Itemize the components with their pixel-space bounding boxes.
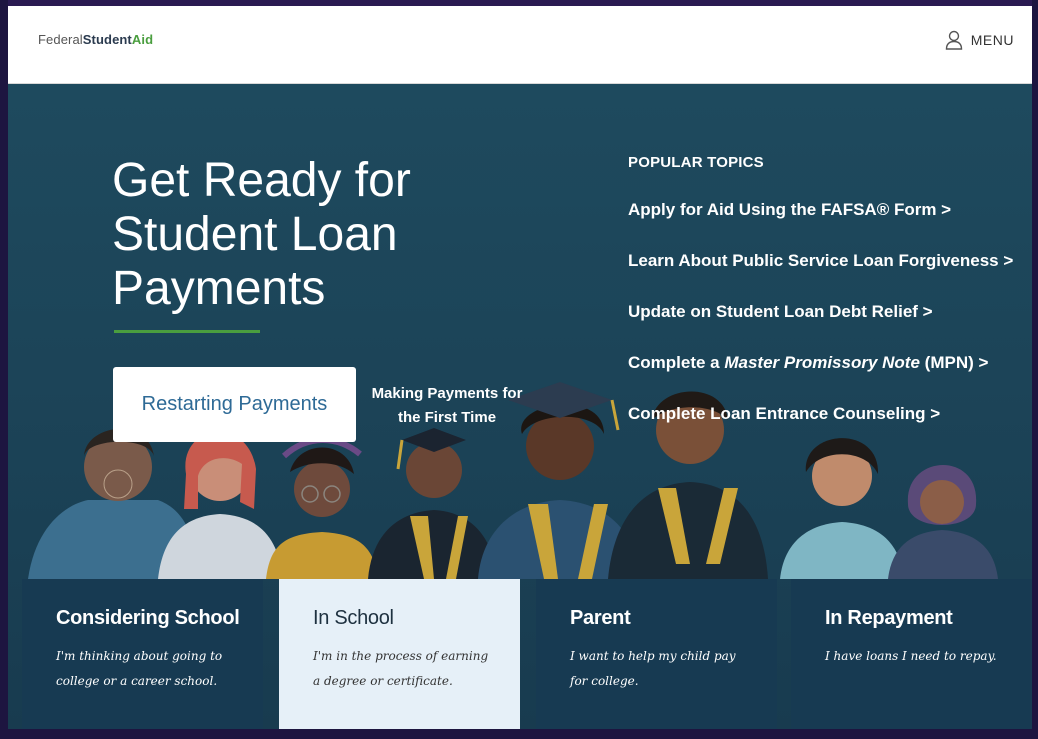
card-in-school[interactable]: In School I'm in the process of earning … <box>279 579 520 729</box>
audience-cards: Considering School I'm thinking about go… <box>22 579 1032 729</box>
card-description: I have loans I need to repay. <box>825 649 997 663</box>
card-parent[interactable]: Parent I want to help my child pay for c… <box>536 579 777 729</box>
card-in-repayment[interactable]: In Repayment I have loans I need to repa… <box>791 579 1032 729</box>
list-item: Apply for Aid Using the FAFSA® Form > <box>628 200 1013 251</box>
mpn-label-before: Complete a <box>628 353 725 372</box>
topic-link-debt-relief[interactable]: Update on Student Loan Debt Relief > <box>628 302 933 321</box>
window-frame-bottom <box>0 729 1038 739</box>
logo-word-student: Student <box>82 32 132 47</box>
list-item: Complete a Master Promissory Note (MPN) … <box>628 353 1013 404</box>
topic-link-pslf[interactable]: Learn About Public Service Loan Forgiven… <box>628 251 1013 270</box>
card-considering-school[interactable]: Considering School I'm thinking about go… <box>22 579 263 729</box>
mpn-label-italic: Master Promissory Note <box>724 353 920 372</box>
popular-topics-heading: POPULAR TOPICS <box>628 154 764 171</box>
topic-link-entrance-counseling[interactable]: Complete Loan Entrance Counseling > <box>628 404 940 423</box>
card-title: In School <box>313 607 394 629</box>
card-description: I'm in the process of earning a degree o… <box>313 649 489 688</box>
menu-label: MENU <box>970 32 1014 48</box>
hero-section: Get Ready for Student Loan Payments Rest… <box>8 84 1032 729</box>
card-title: Parent <box>570 607 631 629</box>
topic-link-fafsa[interactable]: Apply for Aid Using the FAFSA® Form > <box>628 200 951 219</box>
window-frame-right <box>1032 0 1038 739</box>
popular-topics-list: Apply for Aid Using the FAFSA® Form > Le… <box>628 200 1013 455</box>
list-item: Learn About Public Service Loan Forgiven… <box>628 251 1013 302</box>
list-item: Complete Loan Entrance Counseling > <box>628 404 1013 455</box>
card-title: In Repayment <box>825 607 953 629</box>
user-icon <box>945 30 963 50</box>
logo-word-federal: Federal <box>38 32 83 47</box>
fsa-logo[interactable]: FederalStudentAid <box>38 32 153 47</box>
menu-button[interactable]: MENU <box>945 30 1014 50</box>
topic-link-mpn[interactable]: Complete a Master Promissory Note (MPN) … <box>628 353 988 372</box>
hero-title: Get Ready for Student Loan Payments <box>112 154 411 315</box>
title-underline <box>114 330 260 333</box>
mpn-label-after: (MPN) > <box>919 353 989 372</box>
restarting-payments-button[interactable]: Restarting Payments <box>113 367 356 442</box>
window-frame-left <box>0 0 8 739</box>
list-item: Update on Student Loan Debt Relief > <box>628 302 1013 353</box>
card-description: I want to help my child pay for college. <box>570 649 736 688</box>
site-header: FederalStudentAid MENU <box>8 6 1032 84</box>
first-time-payments-link[interactable]: Making Payments for the First Time <box>360 382 534 430</box>
card-description: I'm thinking about going to college or a… <box>56 649 223 688</box>
logo-word-aid: Aid <box>131 32 154 47</box>
card-title: Considering School <box>56 607 240 629</box>
